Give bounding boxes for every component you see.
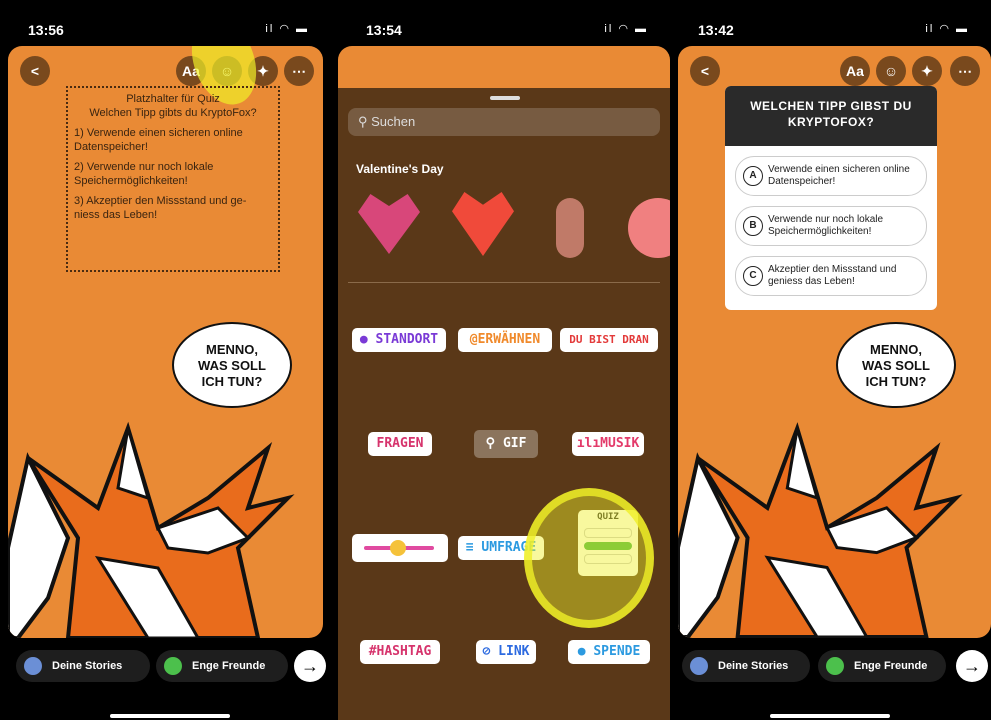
option-letter: B: [743, 216, 763, 236]
bottom-bar: Deine Stories Enge Freunde →: [0, 638, 331, 720]
donate-sticker[interactable]: ● SPENDE: [568, 640, 650, 664]
your-stories-button[interactable]: Deine Stories: [682, 650, 810, 682]
figure-sticker[interactable]: [556, 198, 584, 258]
option-letter: A: [743, 166, 763, 186]
text-tool-button[interactable]: Aa: [840, 56, 870, 86]
close-friends-label: Enge Freunde: [192, 660, 266, 672]
emoji-slider-sticker[interactable]: [352, 534, 448, 562]
star-icon: [826, 657, 844, 675]
fox-illustration: [678, 422, 963, 638]
quiz-sticker-card[interactable]: WELCHEN TIPP GIBST DU KRYPTOFOX? A Verwe…: [725, 86, 937, 310]
status-time: 13:54: [366, 22, 402, 38]
drag-handle[interactable]: [490, 96, 520, 100]
phone-screen-2: 13:54 il ◠ ▬ ⚲ Suchen Valentine's Day ● …: [338, 0, 670, 720]
star-icon: [164, 657, 182, 675]
sticker-search-input[interactable]: ⚲ Suchen: [348, 108, 660, 136]
phone-screen-3: 13:42 il ◠ ▬ < Aa ☺ ✦ ⋯ MENNO, WAS SOLL …: [670, 0, 991, 720]
close-friends-button[interactable]: Enge Freunde: [818, 650, 946, 682]
heart-sticker[interactable]: [452, 192, 514, 256]
quiz-placeholder: Platzhalter für Quiz Welchen Tipp gibts …: [66, 86, 280, 272]
music-icon: ılı: [576, 436, 601, 451]
sticker-button[interactable]: ☺: [876, 56, 906, 86]
link-label: LINK: [498, 644, 530, 659]
status-bar: 13:42 il ◠ ▬: [670, 0, 991, 44]
divider: [348, 282, 660, 283]
your-stories-label: Deine Stories: [52, 660, 123, 672]
heart-sticker[interactable]: [358, 194, 420, 254]
donate-icon: ●: [577, 644, 594, 659]
option-letter: C: [743, 266, 763, 286]
placeholder-item: 1) Verwende einen sicheren online Datens…: [74, 127, 243, 153]
location-label: STANDORT: [375, 332, 439, 347]
section-title: Valentine's Day: [356, 162, 444, 176]
emoji-icon: [390, 540, 406, 556]
mention-sticker[interactable]: @ERWÄHNEN: [458, 328, 552, 352]
gif-label: GIF: [502, 436, 527, 451]
story-canvas[interactable]: < Aa ☺ ✦ ⋯ Platzhalter für Quiz Welchen …: [8, 46, 323, 638]
heart-face-sticker[interactable]: [628, 198, 670, 258]
signal-wifi-battery-icons: il ◠ ▬: [265, 23, 309, 35]
link-icon: ⊘: [482, 644, 499, 659]
more-button[interactable]: ⋯: [284, 56, 314, 86]
close-friends-label: Enge Freunde: [854, 660, 928, 672]
location-icon: ●: [359, 332, 368, 347]
hashtag-sticker[interactable]: #HASHTAG: [360, 640, 440, 664]
placeholder-item: 2) Verwende nur noch lokale Speichermögl…: [74, 161, 214, 187]
status-time: 13:56: [28, 22, 64, 38]
your-stories-button[interactable]: Deine Stories: [16, 650, 150, 682]
search-icon: ⚲: [358, 114, 372, 129]
next-button[interactable]: →: [956, 650, 988, 682]
music-sticker[interactable]: ılıMUSIK: [572, 432, 644, 456]
search-icon: ⚲: [485, 436, 503, 451]
search-placeholder: Suchen: [371, 114, 416, 129]
more-button[interactable]: ⋯: [950, 56, 980, 86]
location-sticker[interactable]: ● STANDORT: [352, 328, 446, 352]
status-time: 13:42: [698, 22, 734, 38]
music-label: MUSIK: [600, 436, 640, 451]
close-friends-button[interactable]: Enge Freunde: [156, 650, 288, 682]
placeholder-question: Welchen Tipp gibts du KryptoFox?: [89, 107, 257, 119]
highlight-marker: [524, 488, 654, 628]
status-bar: 13:54 il ◠ ▬: [338, 0, 670, 44]
back-button[interactable]: <: [690, 56, 720, 86]
quiz-title-line: WELCHEN TIPP GIBST DU: [750, 99, 912, 113]
your-turn-sticker[interactable]: DU BIST DRAN: [560, 328, 658, 352]
bottom-bar: Deine Stories Enge Freunde →: [670, 638, 991, 720]
placeholder-item: 3) Akzeptier den Missstand und ge-niess …: [74, 195, 247, 221]
quiz-question: WELCHEN TIPP GIBST DU KRYPTOFOX?: [725, 86, 937, 146]
quiz-title-line: KRYPTOFOX?: [787, 115, 875, 129]
quiz-option-b[interactable]: B Verwende nur noch lokale Speichermögli…: [735, 206, 927, 246]
phone-screen-1: 13:56 il ◠ ▬ < Aa ☺ ✦ ⋯ Platzhalter für …: [0, 0, 331, 720]
home-indicator: [770, 714, 890, 718]
home-indicator: [110, 714, 230, 718]
back-button[interactable]: <: [20, 56, 50, 86]
option-text: Verwende nur noch lokale Speichermöglich…: [768, 214, 884, 237]
your-stories-label: Deine Stories: [718, 660, 789, 672]
sticker-tray[interactable]: ⚲ Suchen Valentine's Day ● STANDORT @ERW…: [338, 88, 670, 720]
signal-wifi-battery-icons: il ◠ ▬: [604, 23, 648, 35]
option-text: Akzeptier den Missstand und geniess das …: [768, 264, 897, 287]
quiz-option-a[interactable]: A Verwende einen sicheren online Datensp…: [735, 156, 927, 196]
effects-button[interactable]: ✦: [912, 56, 942, 86]
placeholder-title: Platzhalter für Quiz: [126, 93, 220, 105]
questions-sticker[interactable]: FRAGEN: [368, 432, 432, 456]
avatar: [690, 657, 708, 675]
donate-label: SPENDE: [593, 644, 641, 659]
quiz-option-c[interactable]: C Akzeptier den Missstand und geniess da…: [735, 256, 927, 296]
gif-sticker[interactable]: ⚲ GIF: [474, 430, 538, 458]
status-bar: 13:56 il ◠ ▬: [0, 0, 331, 44]
fox-illustration: [8, 421, 295, 638]
option-text: Verwende einen sicheren online Datenspei…: [768, 164, 910, 187]
poll-icon: ≡: [465, 540, 482, 555]
next-button[interactable]: →: [294, 650, 326, 682]
link-sticker[interactable]: ⊘ LINK: [476, 640, 536, 664]
avatar: [24, 657, 42, 675]
signal-wifi-battery-icons: il ◠ ▬: [925, 23, 969, 35]
